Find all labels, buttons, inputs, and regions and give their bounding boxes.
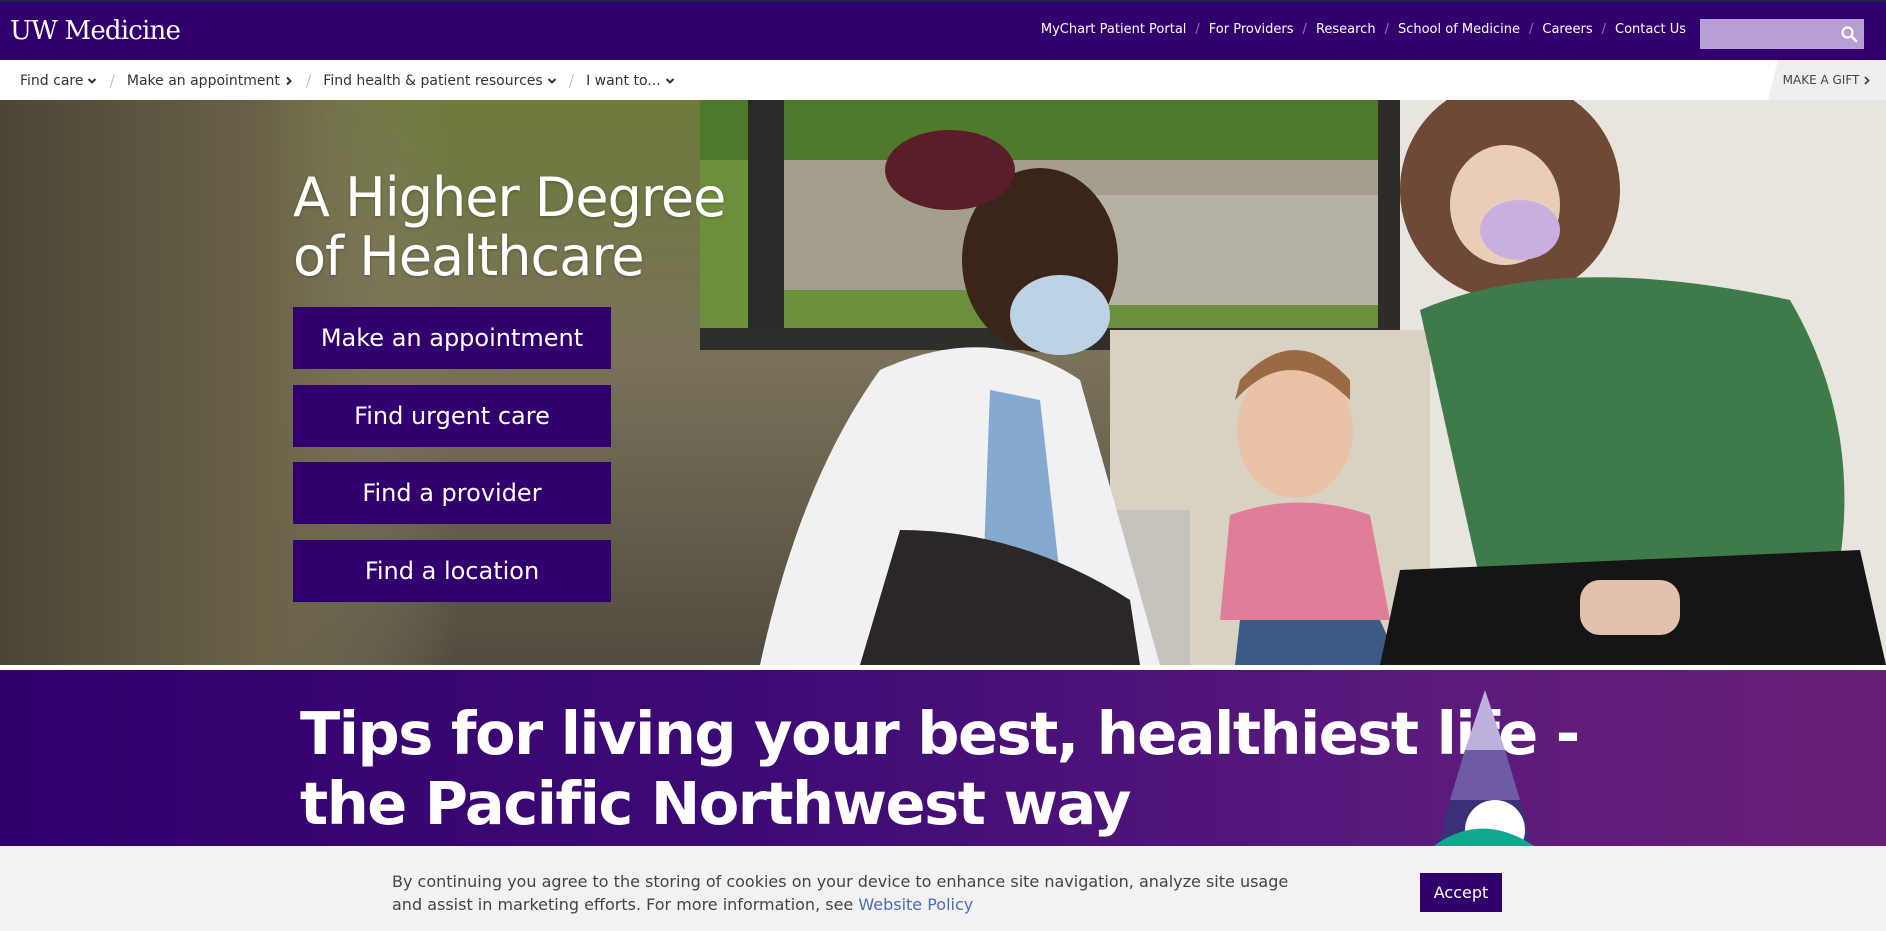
tips-title: Tips for living your best, healthiest li… — [300, 699, 1580, 838]
website-policy-link[interactable]: Website Policy — [858, 895, 973, 914]
link-careers[interactable]: Careers — [1542, 22, 1592, 37]
chevron-right-icon — [1864, 75, 1871, 85]
accept-cookies-button[interactable]: Accept — [1420, 873, 1502, 912]
nav-make-appointment[interactable]: Make an appointment — [127, 73, 294, 89]
primary-nav: Find care / Make an appointment / Find h… — [0, 60, 1886, 100]
hero-photo — [0, 100, 1886, 665]
nav-label: Find care — [20, 72, 84, 89]
nav-label: Find health & patient resources — [323, 72, 543, 89]
divider: / — [109, 71, 115, 90]
divider: / — [1195, 22, 1200, 37]
top-header: UW Medicine MyChart Patient Portal / For… — [0, 0, 1886, 60]
hero-banner: A Higher Degree of Healthcare Make an ap… — [0, 100, 1886, 665]
mountain-graphic — [1430, 690, 1545, 870]
make-a-gift-button[interactable]: MAKE A GIFT — [1768, 60, 1886, 100]
nav-label: Make an appointment — [126, 72, 280, 89]
make-appointment-button[interactable]: Make an appointment — [293, 307, 611, 369]
hero-title: A Higher Degree of Healthcare — [293, 166, 726, 288]
chevron-down-icon — [665, 77, 674, 84]
cookie-text: By continuing you agree to the storing o… — [392, 872, 1289, 914]
cookie-message: By continuing you agree to the storing o… — [392, 870, 1322, 916]
cookie-consent-banner: By continuing you agree to the storing o… — [0, 846, 1886, 931]
chevron-right-icon — [286, 76, 292, 85]
link-school-of-medicine[interactable]: School of Medicine — [1398, 22, 1520, 37]
nav-find-care[interactable]: Find care — [20, 73, 97, 89]
search-box — [1700, 19, 1864, 49]
nav-label: I want to... — [586, 72, 661, 89]
link-mychart[interactable]: MyChart Patient Portal — [1041, 22, 1187, 37]
nav-health-resources[interactable]: Find health & patient resources — [323, 73, 556, 89]
find-urgent-care-button[interactable]: Find urgent care — [293, 385, 611, 447]
gift-label: MAKE A GIFT — [1782, 73, 1860, 87]
search-icon[interactable] — [1840, 25, 1858, 43]
divider: / — [1529, 22, 1534, 37]
divider: / — [1384, 22, 1389, 37]
divider: / — [568, 71, 575, 90]
divider: / — [305, 71, 312, 90]
utility-nav: MyChart Patient Portal / For Providers /… — [1041, 22, 1686, 37]
chevron-down-icon — [88, 77, 97, 84]
link-for-providers[interactable]: For Providers — [1209, 22, 1294, 37]
nav-i-want-to[interactable]: I want to... — [586, 73, 675, 89]
divider: / — [1601, 22, 1606, 37]
link-research[interactable]: Research — [1316, 22, 1376, 37]
tips-banner[interactable]: Tips for living your best, healthiest li… — [0, 670, 1886, 870]
link-contact-us[interactable]: Contact Us — [1615, 22, 1686, 37]
find-location-button[interactable]: Find a location — [293, 540, 611, 602]
divider: / — [1302, 22, 1307, 37]
uw-medicine-logo[interactable]: UW Medicine — [10, 16, 181, 46]
chevron-down-icon — [547, 77, 556, 84]
find-provider-button[interactable]: Find a provider — [293, 462, 611, 524]
